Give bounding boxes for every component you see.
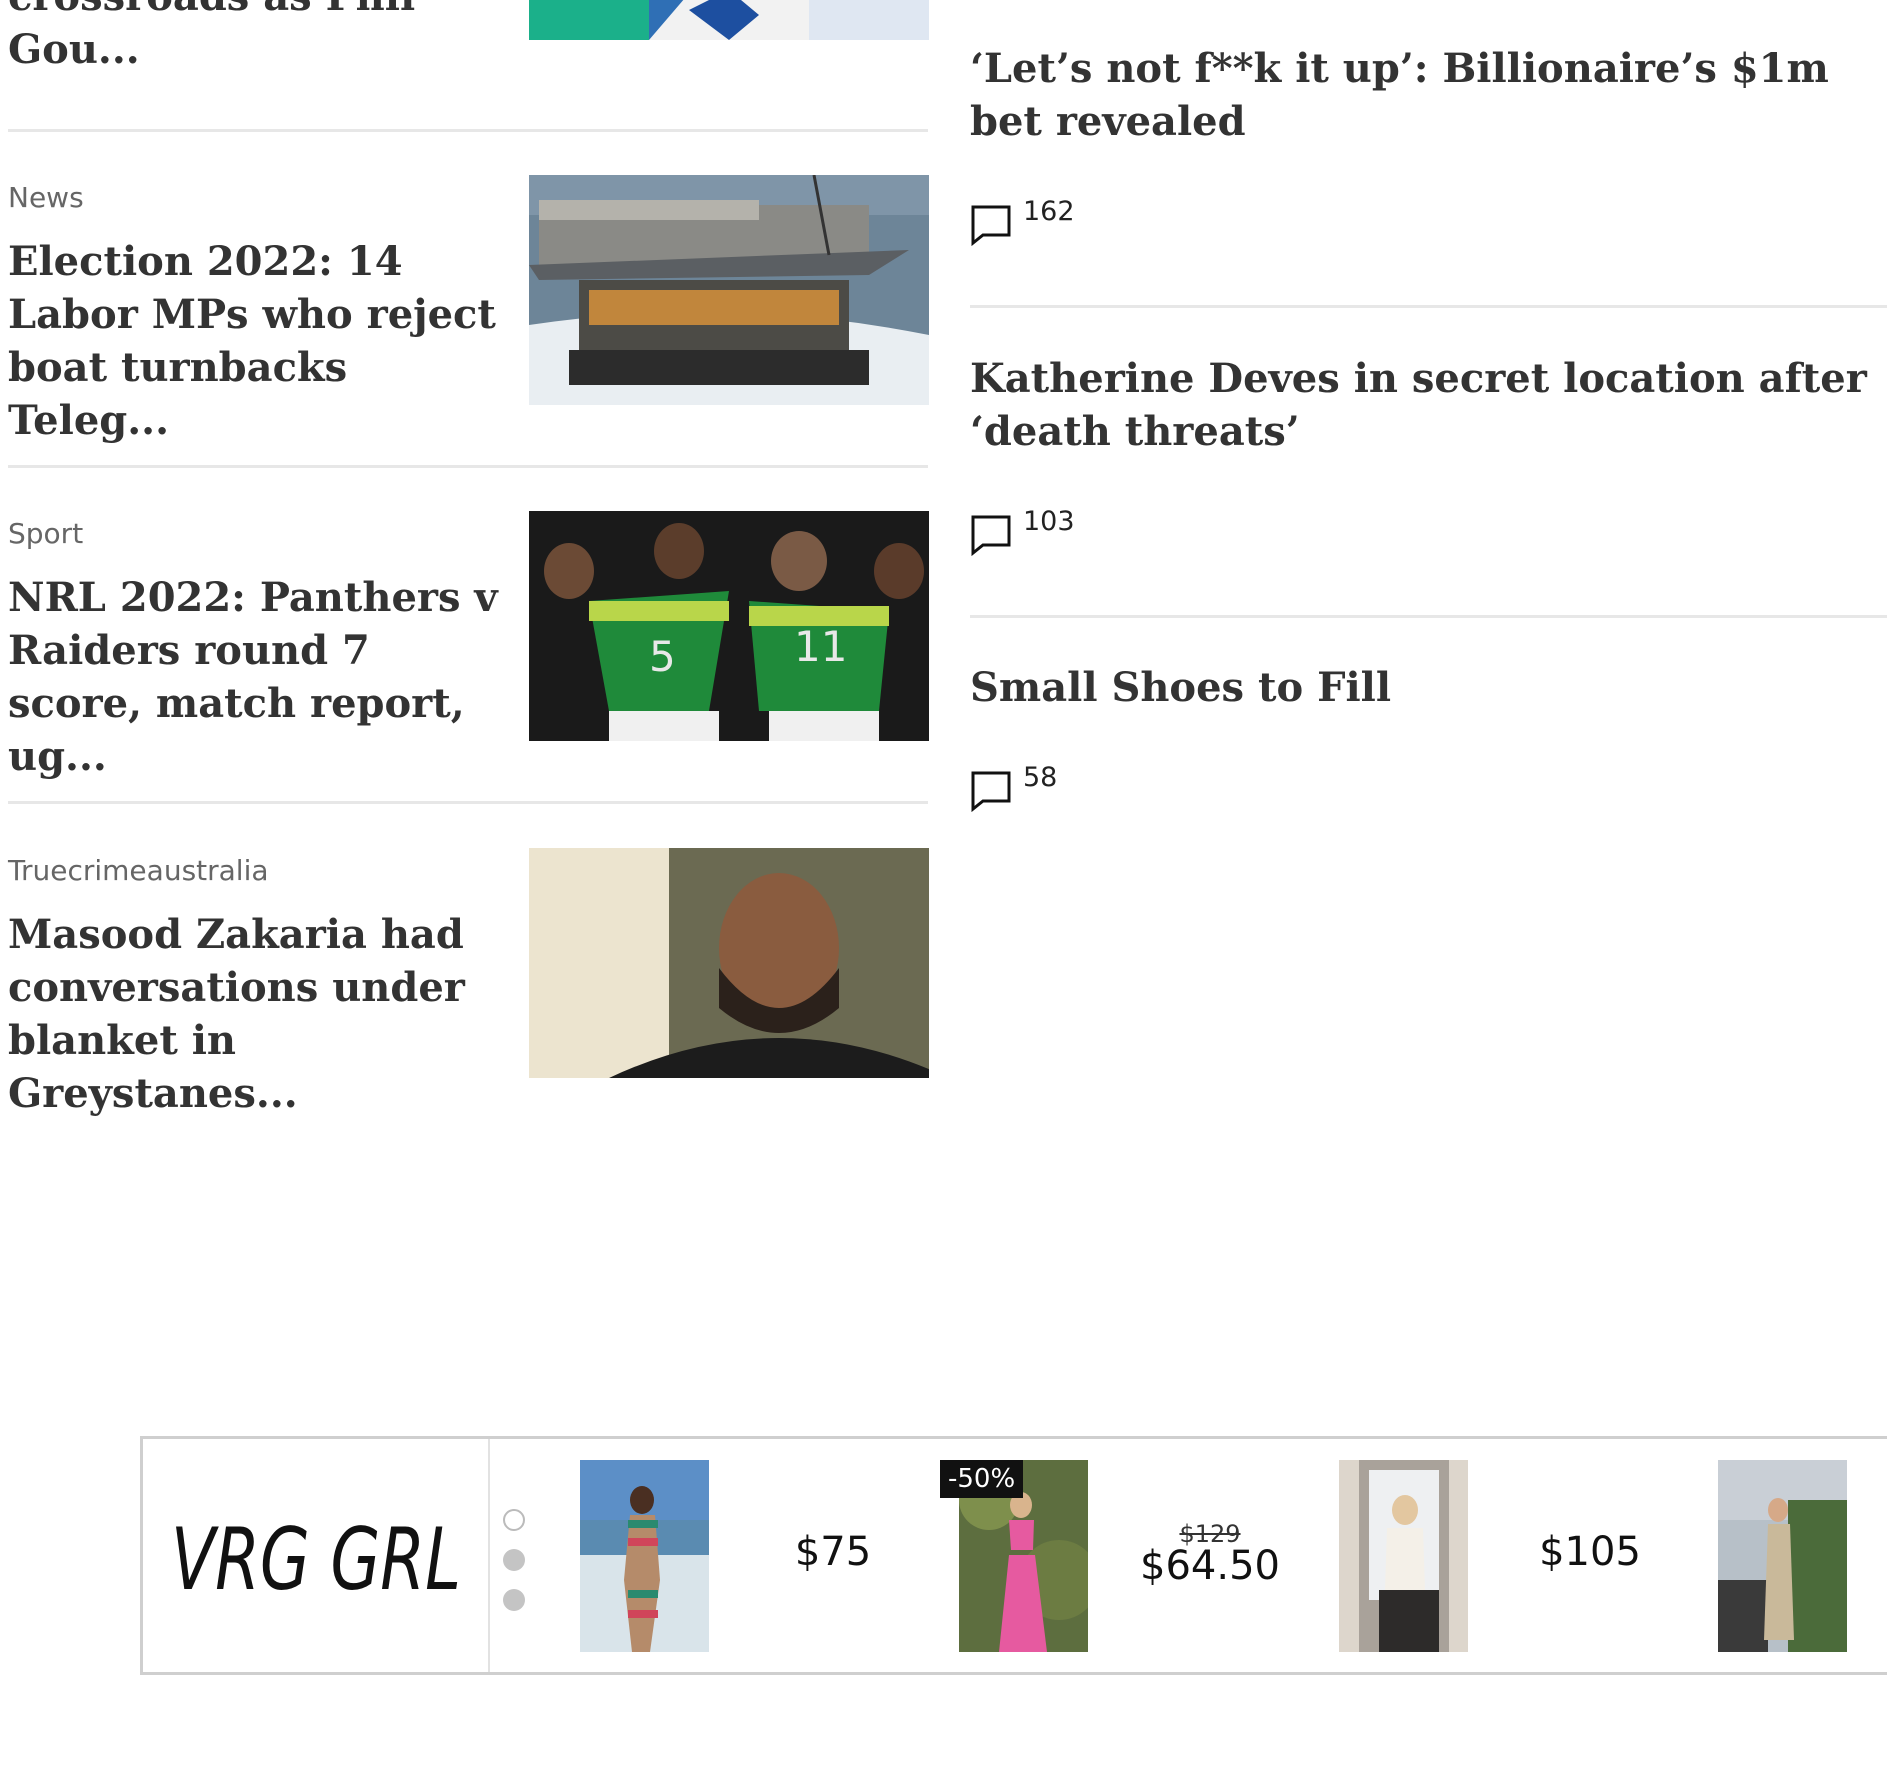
brand-logo-panel[interactable]: VRG GRL bbox=[143, 1439, 490, 1672]
comment-icon bbox=[971, 515, 1011, 556]
carousel-dot[interactable] bbox=[503, 1549, 525, 1571]
product-image[interactable] bbox=[1718, 1460, 1847, 1652]
comment-count-link[interactable]: 58 bbox=[970, 762, 1057, 812]
discount-badge: -50% bbox=[940, 1460, 1024, 1498]
brand-logo: VRG GRL bbox=[171, 1510, 461, 1610]
article-headline[interactable]: Katherine Deves in secret location after… bbox=[970, 352, 1887, 458]
ad-banner[interactable]: VRG GRL $75 -50% $129 $64.50 $105 bbox=[140, 1436, 1887, 1675]
divider bbox=[8, 801, 928, 804]
product-price[interactable]: $105 bbox=[1490, 1529, 1690, 1575]
article-thumbnail[interactable] bbox=[529, 0, 929, 40]
divider bbox=[970, 305, 1887, 308]
divider bbox=[8, 465, 928, 468]
article-category: Truecrimeaustralia bbox=[8, 854, 269, 887]
article-thumbnail[interactable] bbox=[529, 175, 929, 405]
carousel-dot[interactable] bbox=[503, 1589, 525, 1611]
carousel-dots[interactable] bbox=[503, 1509, 525, 1629]
carousel-dot[interactable] bbox=[503, 1509, 525, 1531]
divider bbox=[8, 129, 928, 132]
comment-icon bbox=[971, 205, 1011, 246]
svg-text:VRG GRL: VRG GRL bbox=[171, 1510, 461, 1610]
svg-text:5: 5 bbox=[649, 632, 676, 681]
svg-text:11: 11 bbox=[794, 622, 847, 671]
product-price[interactable]: $64.50 bbox=[1110, 1543, 1310, 1589]
article-thumbnail[interactable]: 5 11 bbox=[529, 511, 929, 741]
product-image[interactable] bbox=[1339, 1460, 1468, 1652]
article-category: News bbox=[8, 181, 84, 214]
comment-count-link[interactable]: 162 bbox=[970, 196, 1075, 246]
article-headline[interactable]: Masood Zakaria had conversations under b… bbox=[8, 908, 498, 1120]
article-category: Sport bbox=[8, 517, 84, 550]
product-price[interactable]: $75 bbox=[733, 1529, 933, 1575]
product-image[interactable] bbox=[580, 1460, 709, 1652]
article-thumbnail[interactable] bbox=[529, 848, 929, 1078]
divider bbox=[970, 615, 1887, 618]
comment-icon bbox=[971, 771, 1011, 812]
comment-count: 103 bbox=[1023, 506, 1075, 537]
article-headline[interactable]: ‘Let’s not f**k it up’: Billionaire’s $1… bbox=[970, 42, 1887, 148]
article-headline[interactable]: Election 2022: 14 Labor MPs who reject b… bbox=[8, 235, 498, 447]
article-headline[interactable]: crossroads as Phil Gou... bbox=[8, 0, 428, 80]
article-headline[interactable]: Small Shoes to Fill bbox=[970, 661, 1887, 714]
comment-count: 162 bbox=[1023, 196, 1075, 227]
article-headline[interactable]: NRL 2022: Panthers v Raiders round 7 sco… bbox=[8, 571, 498, 783]
comment-count: 58 bbox=[1023, 762, 1058, 793]
comment-count-link[interactable]: 103 bbox=[970, 506, 1075, 556]
